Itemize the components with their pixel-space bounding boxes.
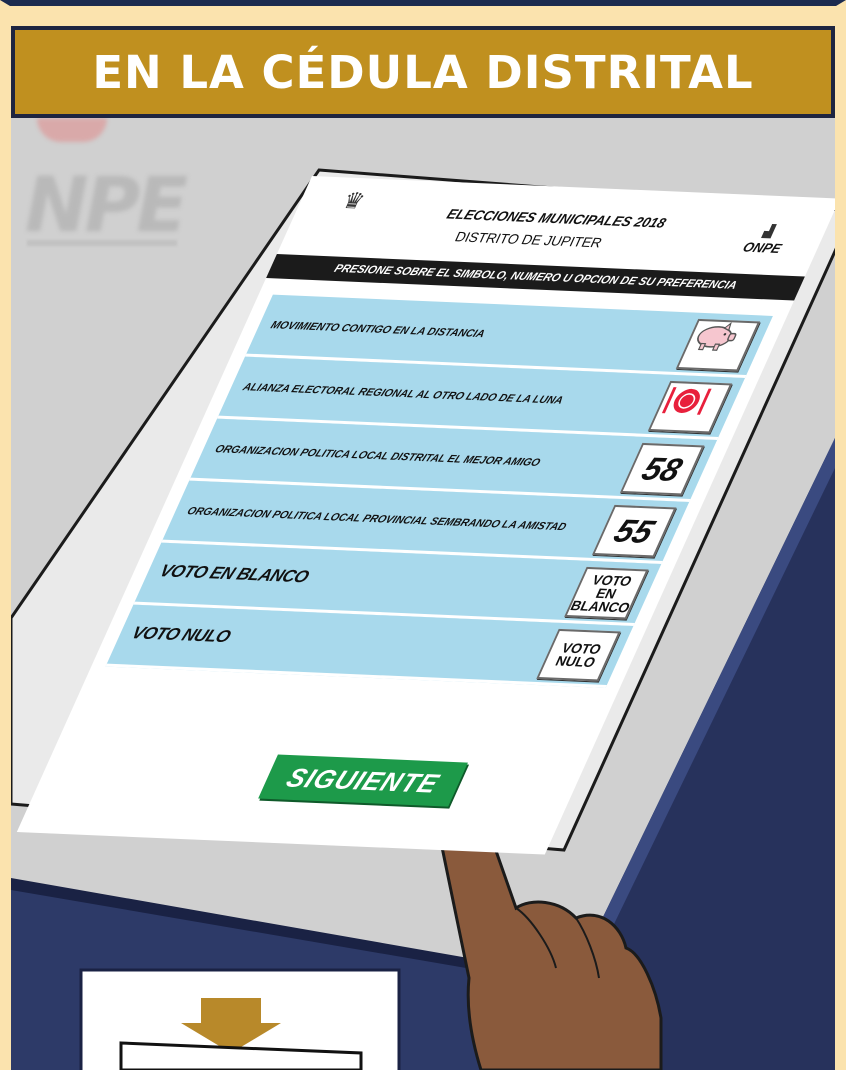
option-label: VOTO EN BLANCO xyxy=(156,561,312,587)
option-number-button[interactable]: 58 xyxy=(619,442,705,496)
option-label: ORGANIZACION POLITICA LOCAL DISTRITAL EL… xyxy=(212,443,543,469)
election-title: ELECCIONES MUNICIPALES 2018 xyxy=(444,206,669,231)
next-button[interactable]: SIGUIENTE xyxy=(258,754,468,807)
header-banner: EN LA CÉDULA DISTRITAL xyxy=(11,26,835,118)
district-name: DISTRITO DE JUPITER xyxy=(452,229,605,251)
banner-title: EN LA CÉDULA DISTRITAL xyxy=(92,45,754,99)
plate-cutlery-icon xyxy=(661,387,712,415)
national-seal-icon: ♛ xyxy=(338,187,370,214)
option-symbol-button[interactable] xyxy=(647,380,733,434)
option-symbol-button[interactable] xyxy=(675,318,761,372)
null-vote-button[interactable]: VOTO NULO xyxy=(536,628,621,682)
option-number: 58 xyxy=(636,449,689,488)
instruction-bar: PRESIONE SOBRE EL SIMBOLO, NUMERO U OPCI… xyxy=(266,254,805,301)
onpe-logo: ONPE xyxy=(740,239,785,257)
option-label: ALIANZA ELECTORAL REGIONAL AL OTRO LADO … xyxy=(240,381,566,407)
option-number: 55 xyxy=(608,511,661,550)
blank-vote-text: VOTO EN BLANCO xyxy=(568,571,635,615)
onpe-logo-icon: ▟ xyxy=(761,223,777,239)
null-vote-text: VOTO NULO xyxy=(553,640,604,671)
blank-vote-button[interactable]: VOTO EN BLANCO xyxy=(564,566,649,620)
piggy-bank-icon xyxy=(697,321,737,351)
option-label: VOTO NULO xyxy=(128,623,234,647)
option-number-button[interactable]: 55 xyxy=(592,504,677,558)
option-label: ORGANIZACION POLITICA LOCAL PROVINCIAL S… xyxy=(185,505,569,534)
voting-kiosk-illustration: NPE ♛ ELECCIONES MUNICIPALES 2018 DISTRI… xyxy=(11,118,835,1070)
option-label: MOVIMIENTO CONTIGO EN LA DISTANCIA xyxy=(268,319,487,341)
